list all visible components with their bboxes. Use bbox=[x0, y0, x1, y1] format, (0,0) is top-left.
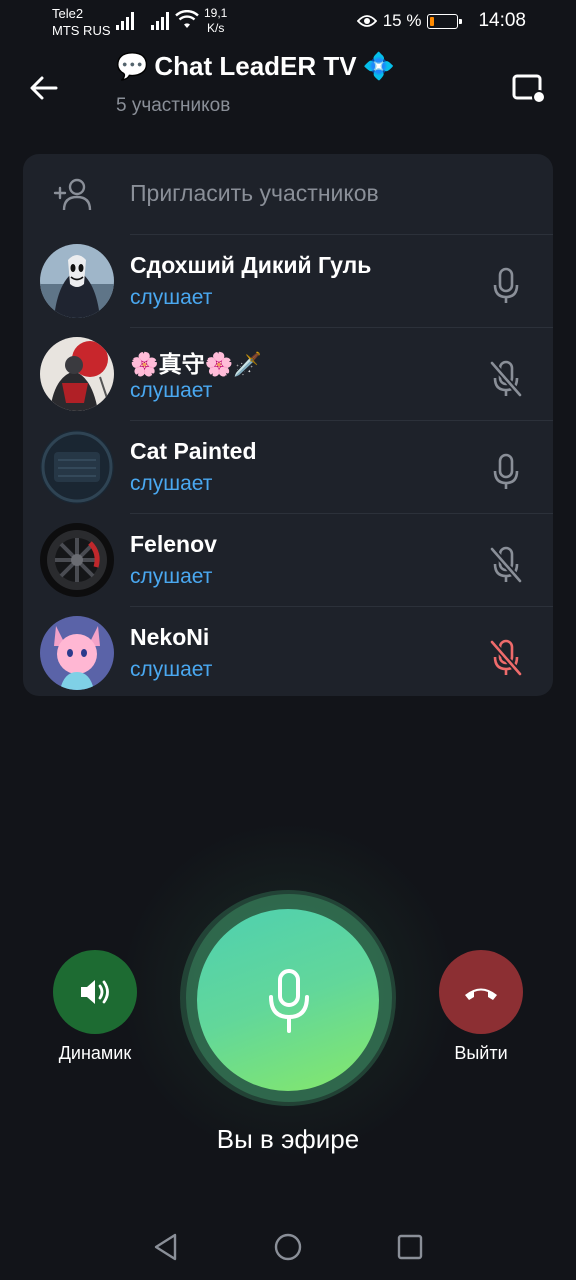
nav-home-icon[interactable] bbox=[274, 1233, 302, 1261]
divider bbox=[130, 606, 553, 607]
participant-row[interactable]: Сдохший Дикий Гуль слушает bbox=[23, 234, 553, 327]
microphone-icon bbox=[269, 969, 309, 1033]
participants-list: Пригласить участников Сдохший Дикий Гуль… bbox=[23, 154, 553, 696]
divider bbox=[130, 513, 553, 514]
status-bar: Tele2 MTS RUS 19,1 K/s 15 % 14:08 bbox=[0, 0, 576, 42]
diamond-icon: 💠 bbox=[362, 51, 395, 81]
participant-row[interactable]: Felenov слушает bbox=[23, 513, 553, 606]
network-speed-unit: K/s bbox=[207, 21, 225, 35]
carrier-2: MTS RUS bbox=[52, 23, 111, 38]
wifi-icon bbox=[175, 10, 199, 28]
participant-status: слушает bbox=[130, 379, 213, 402]
eye-icon bbox=[356, 15, 377, 27]
participant-status: слушает bbox=[130, 658, 213, 681]
avatar bbox=[40, 616, 114, 690]
speaker-label: Динамик bbox=[58, 1043, 132, 1063]
participant-status: слушает bbox=[130, 565, 213, 588]
participant-name: 🌸真守🌸🗡️ bbox=[130, 351, 262, 377]
carrier-1: Tele2 bbox=[52, 6, 84, 21]
clock: 14:08 bbox=[478, 10, 526, 31]
participant-name: Cat Painted bbox=[130, 438, 257, 464]
participant-status: слушает bbox=[130, 286, 213, 309]
microphone-button-core bbox=[197, 909, 379, 1091]
battery-icon bbox=[427, 13, 463, 29]
microphone-off-icon[interactable] bbox=[487, 545, 525, 585]
divider bbox=[130, 420, 553, 421]
avatar bbox=[40, 337, 114, 411]
page-title: 💬 Chat LeadER TV 💠 bbox=[116, 51, 395, 82]
participant-row[interactable]: Cat Painted слушает bbox=[23, 420, 553, 513]
battery-percent: 15 % bbox=[382, 11, 422, 30]
carrier-names: Tele2 MTS RUS bbox=[52, 5, 111, 39]
screen-share-icon[interactable] bbox=[510, 70, 546, 106]
participant-status: слушает bbox=[130, 472, 213, 495]
microphone-off-icon[interactable] bbox=[487, 359, 525, 399]
status-right: 15 % 14:08 bbox=[356, 10, 526, 32]
divider bbox=[130, 327, 553, 328]
avatar bbox=[40, 430, 114, 504]
on-air-status: Вы в эфире bbox=[216, 1124, 360, 1154]
participant-row[interactable]: 🌸真守🌸🗡️ слушает bbox=[23, 327, 553, 420]
participant-name: Felenov bbox=[130, 531, 217, 557]
speech-bubble-icon: 💬 bbox=[116, 51, 149, 81]
participant-name: Сдохший Дикий Гуль bbox=[130, 252, 372, 278]
invite-participants-button[interactable]: Пригласить участников bbox=[23, 154, 553, 234]
chat-title: Chat LeadER TV bbox=[154, 51, 357, 81]
leave-label: Выйти bbox=[454, 1043, 508, 1063]
microphone-button[interactable] bbox=[180, 890, 396, 1106]
participant-name: NekoNi bbox=[130, 624, 210, 650]
hang-up-icon bbox=[465, 988, 497, 1000]
network-speed-value: 19,1 bbox=[204, 6, 228, 20]
back-arrow-icon[interactable] bbox=[26, 70, 62, 106]
microphone-icon[interactable] bbox=[487, 266, 525, 306]
invite-label: Пригласить участников bbox=[130, 180, 379, 206]
add-person-icon bbox=[53, 178, 92, 211]
speaker-icon bbox=[81, 980, 109, 1004]
nav-recents-icon[interactable] bbox=[397, 1234, 423, 1260]
network-speed: 19,1 K/s bbox=[204, 6, 227, 36]
speaker-button[interactable] bbox=[53, 950, 137, 1034]
avatar bbox=[40, 523, 114, 597]
microphone-off-icon[interactable] bbox=[487, 638, 525, 678]
leave-button[interactable] bbox=[439, 950, 523, 1034]
signal-icon bbox=[116, 12, 134, 30]
divider bbox=[130, 234, 553, 235]
microphone-icon[interactable] bbox=[487, 452, 525, 492]
battery-fill bbox=[430, 16, 435, 26]
nav-back-icon[interactable] bbox=[152, 1232, 180, 1262]
participant-count: 5 участников bbox=[116, 95, 231, 116]
participant-row[interactable]: NekoNi слушает bbox=[23, 606, 553, 696]
signal-icon-2 bbox=[151, 12, 169, 30]
avatar bbox=[40, 244, 114, 318]
